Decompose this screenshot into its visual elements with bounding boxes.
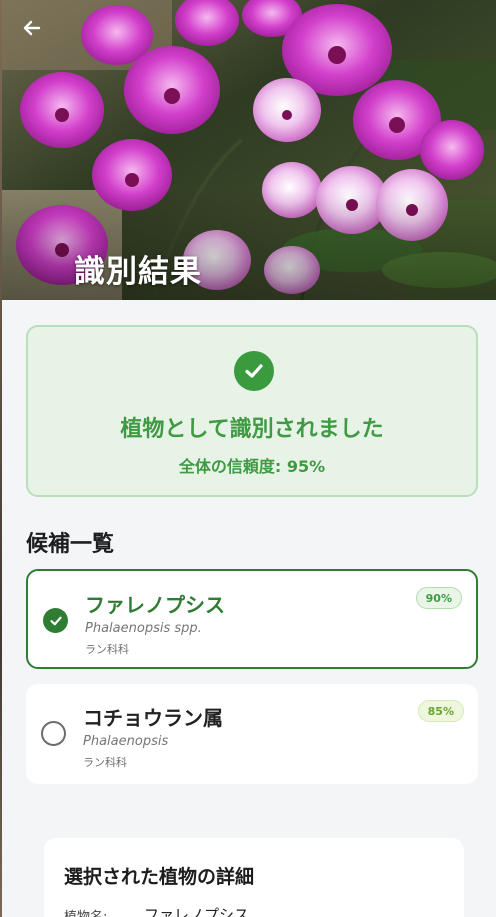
candidate-scientific-name: Phalaenopsis spp.	[85, 621, 202, 636]
candidate-family: ラン科科	[85, 643, 129, 656]
candidate-name: コチョウラン属	[83, 706, 223, 730]
identification-success-card: 植物として識別されました 全体の信頼度: 95%	[26, 325, 478, 497]
arrow-left-icon	[22, 18, 42, 42]
plant-name-label: 植物名:	[64, 906, 107, 917]
identification-result-screen: 識別結果 植物として識別されました 全体の信頼度: 95% 候補一覧 ファレノプ…	[2, 0, 496, 917]
candidate-name: ファレノプシス	[85, 593, 225, 617]
candidate-card-kochouran[interactable]: コチョウラン属 Phalaenopsis ラン科科 85%	[26, 684, 478, 784]
radio-unchecked-icon[interactable]	[41, 721, 66, 746]
confidence-badge: 90%	[415, 587, 462, 609]
candidate-card-phalaenopsis[interactable]: ファレノプシス Phalaenopsis spp. ラン科科 90%	[26, 569, 478, 669]
candidate-scientific-name: Phalaenopsis	[83, 734, 169, 749]
candidates-section-title: 候補一覧	[26, 532, 115, 557]
plant-name-value: ファレノプシス	[144, 906, 250, 917]
candidate-family: ラン科科	[83, 756, 127, 769]
radio-checked-icon[interactable]	[43, 608, 68, 633]
check-circle-icon	[234, 351, 274, 391]
plant-photo-header: 識別結果	[2, 0, 496, 300]
page-title: 識別結果	[74, 254, 202, 290]
confidence-badge: 85%	[417, 700, 464, 722]
selected-plant-details-card: 選択された植物の詳細 植物名: ファレノプシス	[44, 838, 464, 917]
back-button[interactable]	[16, 14, 48, 46]
details-title: 選択された植物の詳細	[64, 866, 255, 888]
overall-confidence: 全体の信頼度: 95%	[178, 457, 326, 476]
success-message: 植物として識別されました	[120, 417, 384, 442]
